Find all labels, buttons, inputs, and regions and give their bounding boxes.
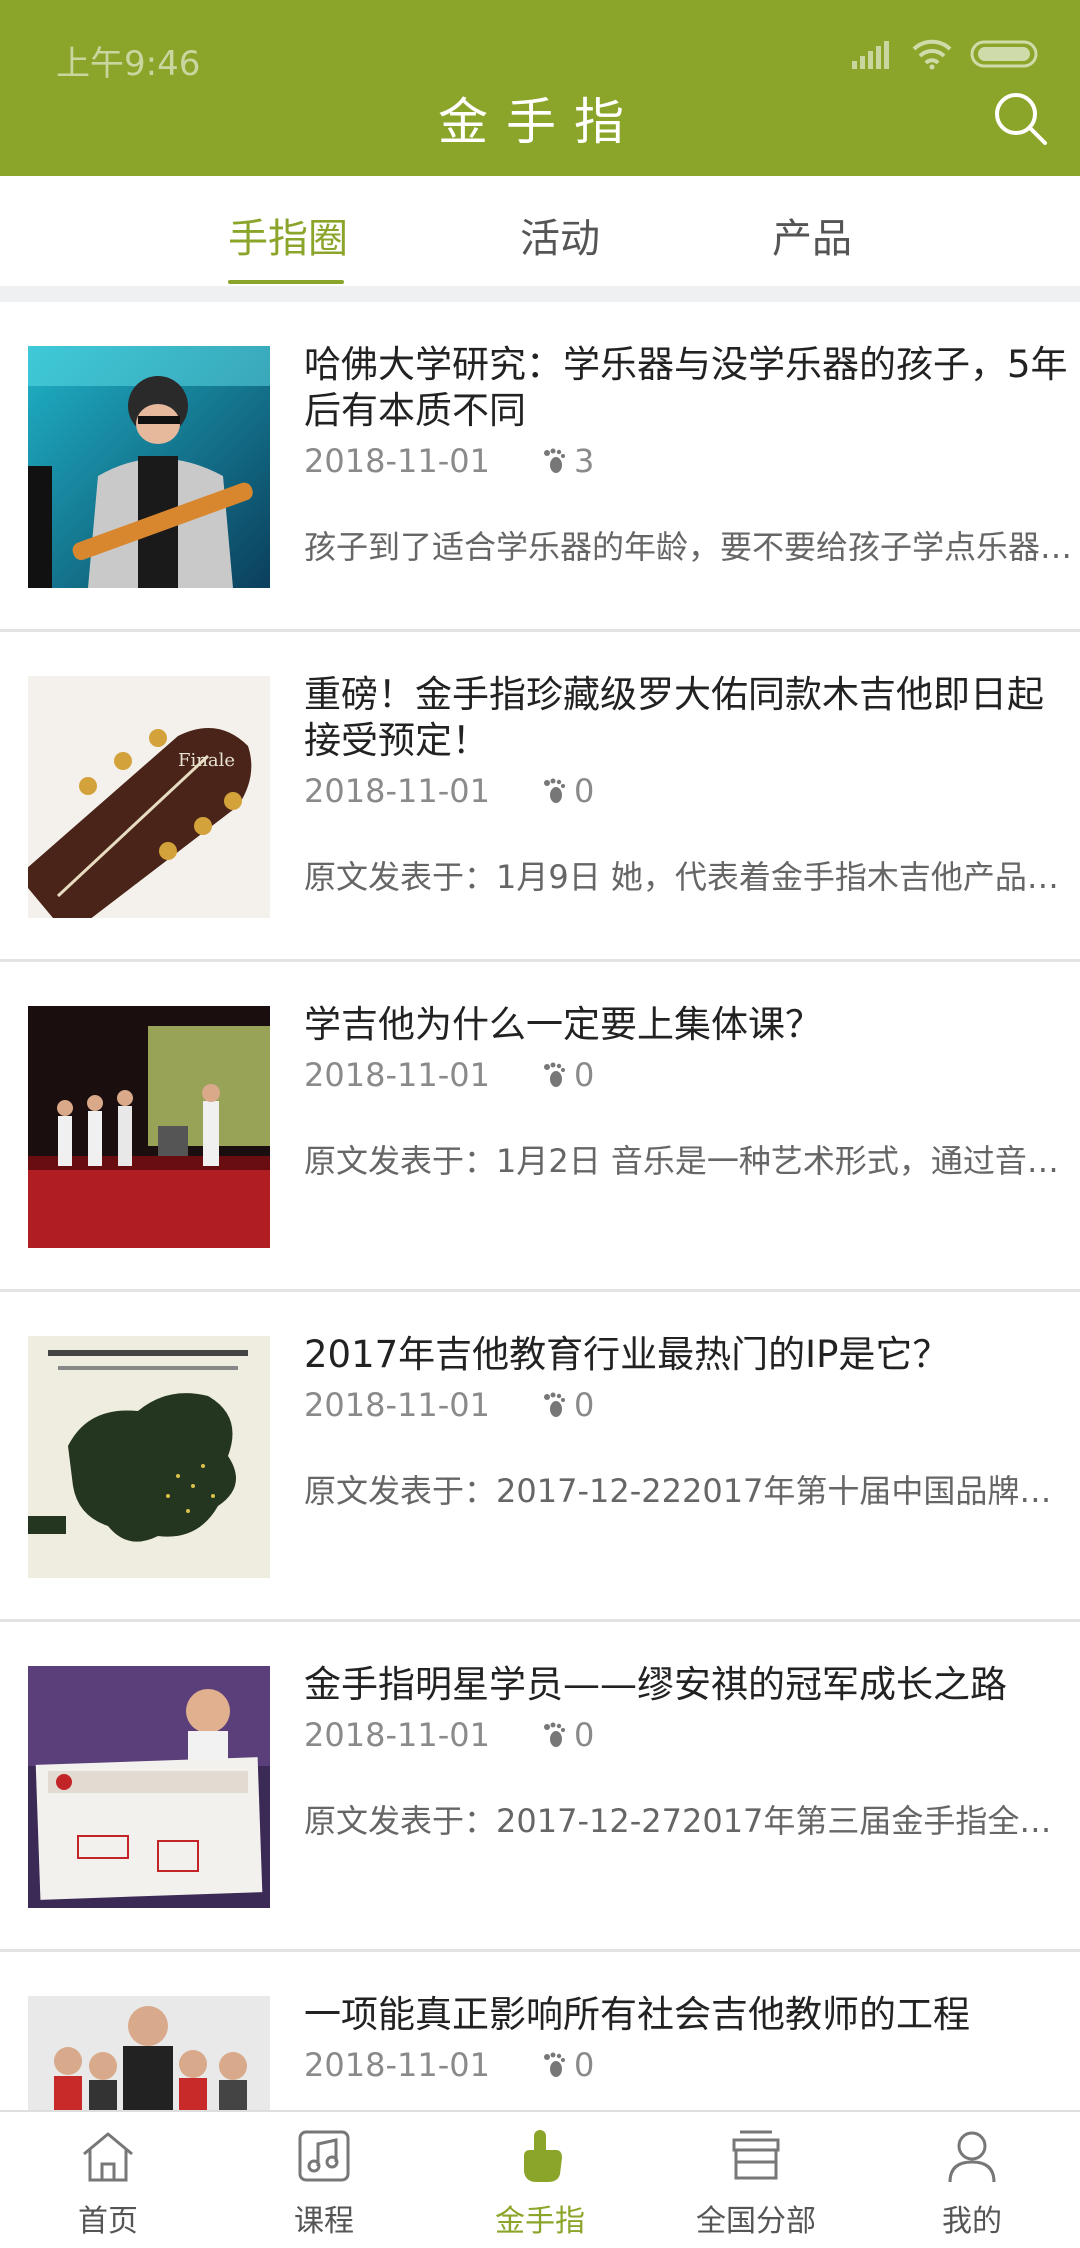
article-meta: 2018-11-01 0	[304, 1386, 594, 1424]
section-divider	[0, 286, 1080, 302]
article-date: 2018-11-01	[304, 1386, 490, 1424]
page-title: 金手指	[438, 93, 642, 151]
footprint-icon	[543, 1392, 565, 1417]
bottom-nav: 首页 课程 金手指 全国分部 我的	[0, 2110, 1080, 2248]
store-icon	[732, 2130, 780, 2180]
app-header: 上午9:46 金手指	[0, 0, 1080, 176]
nav-label: 我的	[942, 2204, 1002, 2239]
article-title: 金手指明星学员——缪安祺的冠军成长之路	[304, 1663, 1007, 1706]
article-excerpt: 原文发表于：1月9日 她，代表着金手指木吉他产品…	[304, 858, 1059, 896]
article-thumbnail	[28, 1336, 270, 1578]
article-thumbnail	[28, 346, 270, 588]
wifi-icon	[912, 39, 952, 70]
nav-label: 金手指	[495, 2204, 585, 2239]
article-excerpt: 原文发表于：2017-12-222017年第十届中国品牌加…	[304, 1472, 1076, 1510]
article-meta: 2018-11-01 0	[304, 2046, 594, 2084]
pointing-hand-icon	[524, 2130, 562, 2182]
article-title: 学吉他为什么一定要上集体课？	[304, 1003, 822, 1046]
nav-branches[interactable]: 全国分部	[648, 2112, 864, 2248]
active-tab-indicator	[228, 280, 344, 284]
article-date: 2018-11-01	[304, 772, 490, 810]
article-meta: 2018-11-01 0	[304, 1056, 594, 1094]
view-count: 0	[573, 1716, 595, 1754]
article-date: 2018-11-01	[304, 442, 490, 480]
article-title: 重磅！金手指珍藏级罗大佑同款木吉他即日起接受预定！	[304, 673, 1044, 762]
article-title: 哈佛大学研究：学乐器与没学乐器的孩子，5年后有本质不同	[304, 343, 1068, 432]
article-views: 3	[542, 442, 594, 480]
article-title: 一项能真正影响所有社会吉他教师的工程	[304, 1993, 970, 2036]
view-count: 0	[573, 1056, 595, 1094]
article-thumbnail: Finale	[28, 676, 270, 918]
music-note-icon	[298, 2130, 350, 2182]
nav-label: 全国分部	[696, 2204, 816, 2239]
article-views: 0	[542, 1386, 594, 1424]
article-views: 0	[542, 2046, 594, 2084]
list-item[interactable]: Finale 重磅！金手指珍藏级罗大佑同款木吉他即日起接受预定！ 2018-11…	[0, 632, 1080, 962]
footprint-icon	[543, 778, 565, 803]
tab-activities[interactable]: 活动	[520, 206, 600, 264]
footprint-icon	[543, 2052, 565, 2077]
view-count: 0	[573, 2046, 595, 2084]
list-item[interactable]: 2017年吉他教育行业最热门的IP是它？ 2018-11-01 0 原文发表于：…	[0, 1292, 1080, 1622]
tab-finger-circle[interactable]: 手指圈	[228, 206, 348, 264]
battery-icon	[970, 40, 1038, 68]
article-meta: 2018-11-01 3	[304, 442, 594, 480]
tab-products[interactable]: 产品	[772, 206, 852, 264]
home-icon	[83, 2132, 133, 2182]
search-icon[interactable]	[990, 88, 1050, 148]
footprint-icon	[543, 1722, 565, 1747]
nav-label: 首页	[78, 2204, 138, 2239]
view-count: 0	[573, 1386, 595, 1424]
article-views: 0	[542, 1056, 594, 1094]
nav-label: 课程	[294, 2204, 354, 2239]
status-icons	[850, 38, 1042, 70]
article-excerpt: 孩子到了适合学乐器的年龄，要不要给孩子学点乐器…	[304, 528, 1073, 566]
article-thumbnail	[28, 1006, 270, 1248]
nav-profile[interactable]: 我的	[864, 2112, 1080, 2248]
nav-golden-finger[interactable]: 金手指	[432, 2112, 648, 2248]
article-date: 2018-11-01	[304, 1056, 490, 1094]
footprint-icon	[543, 448, 565, 473]
signal-icon	[852, 41, 889, 69]
svg-text:Finale: Finale	[178, 750, 235, 771]
nav-courses[interactable]: 课程	[216, 2112, 432, 2248]
article-meta: 2018-11-01 0	[304, 772, 594, 810]
list-item[interactable]: 学吉他为什么一定要上集体课？ 2018-11-01 0 原文发表于：1月2日 音…	[0, 962, 1080, 1292]
list-item[interactable]: 哈佛大学研究：学乐器与没学乐器的孩子，5年后有本质不同 2018-11-01 3…	[0, 302, 1080, 632]
article-date: 2018-11-01	[304, 1716, 490, 1754]
article-title: 2017年吉他教育行业最热门的IP是它？	[304, 1333, 950, 1376]
tab-bar: 手指圈 活动 产品	[0, 176, 1080, 286]
article-views: 0	[542, 772, 594, 810]
user-icon	[948, 2131, 996, 2183]
footprint-icon	[543, 1062, 565, 1087]
article-views: 0	[542, 1716, 594, 1754]
article-meta: 2018-11-01 0	[304, 1716, 594, 1754]
article-list: 哈佛大学研究：学乐器与没学乐器的孩子，5年后有本质不同 2018-11-01 3…	[0, 302, 1080, 2248]
view-count: 3	[573, 442, 595, 480]
status-time: 上午9:46	[56, 44, 201, 84]
article-excerpt: 原文发表于：1月2日 音乐是一种艺术形式，通过音…	[304, 1142, 1059, 1180]
article-date: 2018-11-01	[304, 2046, 490, 2084]
list-item[interactable]: 金手指明星学员——缪安祺的冠军成长之路 2018-11-01 0 原文发表于：2…	[0, 1622, 1080, 1952]
view-count: 0	[573, 772, 595, 810]
nav-home[interactable]: 首页	[0, 2112, 216, 2248]
article-thumbnail	[28, 1666, 270, 1908]
article-excerpt: 原文发表于：2017-12-272017年第三届金手指全国…	[304, 1802, 1076, 1840]
